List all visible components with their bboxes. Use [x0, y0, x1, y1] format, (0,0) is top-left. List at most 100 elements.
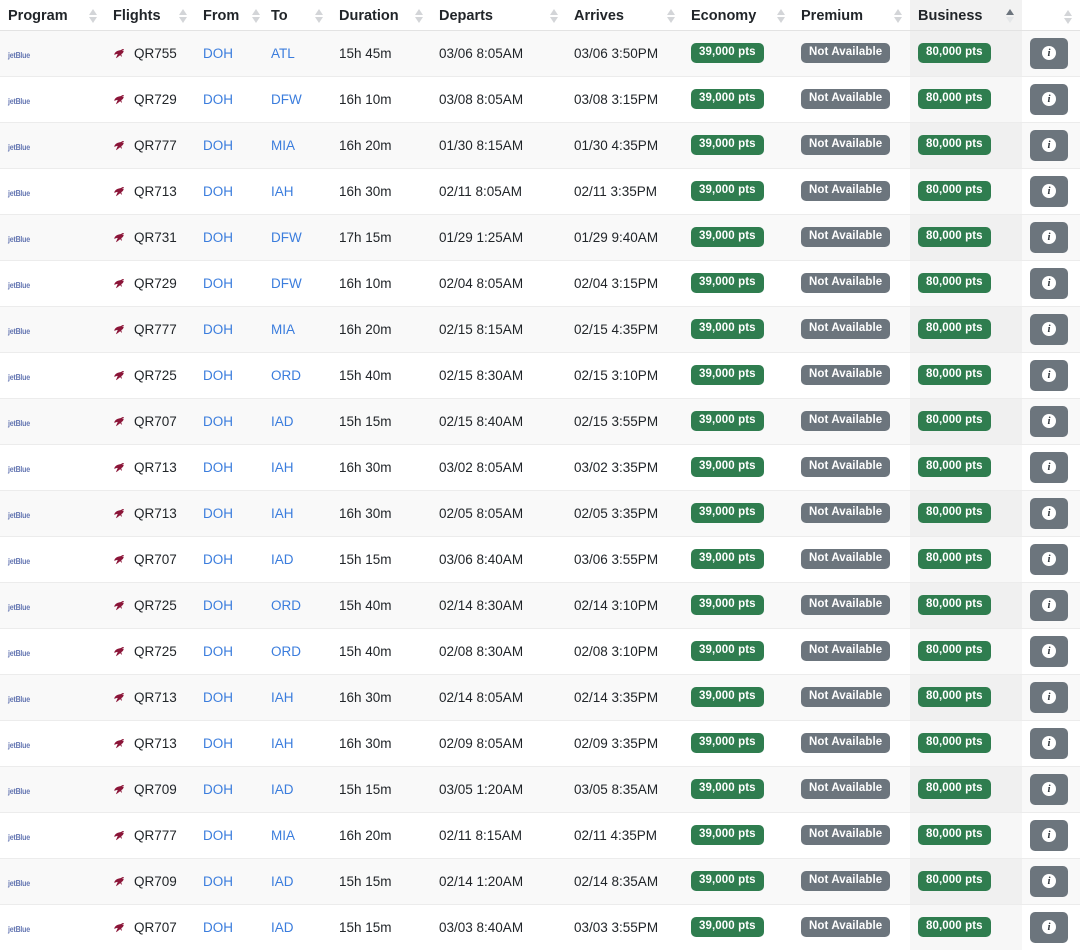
premium-fare-badge[interactable]: Not Available — [801, 824, 891, 846]
table-row[interactable]: jetBlue QR713 DOH IAH 16h 30m 02/09 8:05AM 02/… — [0, 720, 1080, 767]
origin-airport-link[interactable]: DOH — [203, 368, 233, 383]
table-row[interactable]: jetBlue QR713 DOH IAH 16h 30m 02/11 8:05AM 02/… — [0, 168, 1080, 215]
origin-airport-link[interactable]: DOH — [203, 874, 233, 889]
business-fare-badge[interactable]: 80,000 pts — [918, 778, 991, 800]
economy-fare-badge[interactable]: 39,000 pts — [691, 548, 764, 570]
economy-fare-badge[interactable]: 39,000 pts — [691, 870, 764, 892]
column-header-economy[interactable]: Economy — [683, 0, 793, 31]
business-fare-badge[interactable]: 80,000 pts — [918, 42, 991, 64]
premium-fare-badge[interactable]: Not Available — [801, 456, 891, 478]
premium-fare-badge[interactable]: Not Available — [801, 732, 891, 754]
business-fare-badge[interactable]: 80,000 pts — [918, 318, 991, 340]
sort-arrows-icon[interactable] — [1005, 9, 1014, 24]
table-row[interactable]: jetBlue QR729 DOH DFW 16h 10m 03/08 8:05AM 03/… — [0, 76, 1080, 123]
table-row[interactable]: jetBlue QR713 DOH IAH 16h 30m 02/05 8:05AM 02/… — [0, 490, 1080, 537]
table-row[interactable]: jetBlue QR725 DOH ORD 15h 40m 02/08 8:30AM 02/… — [0, 628, 1080, 675]
business-fare-badge[interactable]: 80,000 pts — [918, 88, 991, 110]
column-header-program[interactable]: Program — [0, 0, 105, 31]
sort-arrows-icon[interactable] — [414, 9, 423, 24]
flight-details-info-button[interactable]: i — [1030, 911, 1068, 943]
sort-arrows-icon[interactable] — [1063, 9, 1072, 24]
origin-airport-link[interactable]: DOH — [203, 920, 233, 935]
premium-fare-badge[interactable]: Not Available — [801, 594, 891, 616]
table-row[interactable]: jetBlue QR709 DOH IAD 15h 15m 02/14 1:20AM 02/… — [0, 858, 1080, 905]
economy-fare-badge[interactable]: 39,000 pts — [691, 226, 764, 248]
origin-airport-link[interactable]: DOH — [203, 690, 233, 705]
business-fare-badge[interactable]: 80,000 pts — [918, 180, 991, 202]
table-row[interactable]: jetBlue QR731 DOH DFW 17h 15m 01/29 1:25AM 01/… — [0, 214, 1080, 261]
flight-details-info-button[interactable]: i — [1030, 543, 1068, 575]
business-fare-badge[interactable]: 80,000 pts — [918, 870, 991, 892]
economy-fare-badge[interactable]: 39,000 pts — [691, 732, 764, 754]
economy-fare-badge[interactable]: 39,000 pts — [691, 594, 764, 616]
business-fare-badge[interactable]: 80,000 pts — [918, 364, 991, 386]
origin-airport-link[interactable]: DOH — [203, 276, 233, 291]
table-row[interactable]: jetBlue QR707 DOH IAD 15h 15m 02/15 8:40AM 02/… — [0, 398, 1080, 445]
column-header-from[interactable]: From — [195, 0, 263, 31]
economy-fare-badge[interactable]: 39,000 pts — [691, 134, 764, 156]
destination-airport-link[interactable]: ORD — [271, 598, 301, 613]
premium-fare-badge[interactable]: Not Available — [801, 88, 891, 110]
economy-fare-badge[interactable]: 39,000 pts — [691, 916, 764, 938]
destination-airport-link[interactable]: MIA — [271, 828, 295, 843]
premium-fare-badge[interactable]: Not Available — [801, 364, 891, 386]
flight-details-info-button[interactable]: i — [1030, 497, 1068, 529]
flight-details-info-button[interactable]: i — [1030, 727, 1068, 759]
destination-airport-link[interactable]: ORD — [271, 644, 301, 659]
origin-airport-link[interactable]: DOH — [203, 92, 233, 107]
origin-airport-link[interactable]: DOH — [203, 46, 233, 61]
table-row[interactable]: jetBlue QR777 DOH MIA 16h 20m 02/15 8:15AM 02/… — [0, 306, 1080, 353]
column-header-business[interactable]: Business — [910, 0, 1022, 31]
table-row[interactable]: jetBlue QR707 DOH IAD 15h 15m 03/06 8:40AM 03/… — [0, 536, 1080, 583]
sort-arrows-icon[interactable] — [549, 9, 558, 24]
origin-airport-link[interactable]: DOH — [203, 828, 233, 843]
destination-airport-link[interactable]: IAH — [271, 460, 294, 475]
flight-details-info-button[interactable]: i — [1030, 359, 1068, 391]
flight-details-info-button[interactable]: i — [1030, 865, 1068, 897]
table-row[interactable]: jetBlue QR725 DOH ORD 15h 40m 02/15 8:30AM 02/… — [0, 352, 1080, 399]
column-header-to[interactable]: To — [263, 0, 331, 31]
flight-details-info-button[interactable]: i — [1030, 37, 1068, 69]
flight-details-info-button[interactable]: i — [1030, 589, 1068, 621]
business-fare-badge[interactable]: 80,000 pts — [918, 272, 991, 294]
premium-fare-badge[interactable]: Not Available — [801, 686, 891, 708]
economy-fare-badge[interactable]: 39,000 pts — [691, 686, 764, 708]
sort-arrows-icon[interactable] — [178, 9, 187, 24]
table-row[interactable]: jetBlue QR713 DOH IAH 16h 30m 02/14 8:05AM 02/… — [0, 674, 1080, 721]
destination-airport-link[interactable]: DFW — [271, 92, 302, 107]
premium-fare-badge[interactable]: Not Available — [801, 548, 891, 570]
premium-fare-badge[interactable]: Not Available — [801, 640, 891, 662]
business-fare-badge[interactable]: 80,000 pts — [918, 824, 991, 846]
sort-arrows-icon[interactable] — [88, 9, 97, 24]
business-fare-badge[interactable]: 80,000 pts — [918, 502, 991, 524]
destination-airport-link[interactable]: MIA — [271, 322, 295, 337]
premium-fare-badge[interactable]: Not Available — [801, 410, 891, 432]
business-fare-badge[interactable]: 80,000 pts — [918, 226, 991, 248]
sort-arrows-icon[interactable] — [666, 9, 675, 24]
flight-details-info-button[interactable]: i — [1030, 773, 1068, 805]
flight-details-info-button[interactable]: i — [1030, 405, 1068, 437]
destination-airport-link[interactable]: ATL — [271, 46, 295, 61]
destination-airport-link[interactable]: IAD — [271, 874, 294, 889]
flight-details-info-button[interactable]: i — [1030, 175, 1068, 207]
business-fare-badge[interactable]: 80,000 pts — [918, 594, 991, 616]
business-fare-badge[interactable]: 80,000 pts — [918, 134, 991, 156]
table-row[interactable]: jetBlue QR709 DOH IAD 15h 15m 03/05 1:20AM 03/… — [0, 766, 1080, 813]
table-row[interactable]: jetBlue QR713 DOH IAH 16h 30m 03/02 8:05AM 03/… — [0, 444, 1080, 491]
business-fare-badge[interactable]: 80,000 pts — [918, 548, 991, 570]
column-header-arrives[interactable]: Arrives — [566, 0, 683, 31]
premium-fare-badge[interactable]: Not Available — [801, 226, 891, 248]
origin-airport-link[interactable]: DOH — [203, 460, 233, 475]
flight-details-info-button[interactable]: i — [1030, 129, 1068, 161]
origin-airport-link[interactable]: DOH — [203, 506, 233, 521]
origin-airport-link[interactable]: DOH — [203, 736, 233, 751]
economy-fare-badge[interactable]: 39,000 pts — [691, 456, 764, 478]
column-header-flights[interactable]: Flights — [105, 0, 195, 31]
economy-fare-badge[interactable]: 39,000 pts — [691, 318, 764, 340]
sort-arrows-icon[interactable] — [776, 9, 785, 24]
premium-fare-badge[interactable]: Not Available — [801, 502, 891, 524]
economy-fare-badge[interactable]: 39,000 pts — [691, 88, 764, 110]
premium-fare-badge[interactable]: Not Available — [801, 134, 891, 156]
business-fare-badge[interactable]: 80,000 pts — [918, 732, 991, 754]
table-row[interactable]: jetBlue QR755 DOH ATL 15h 45m 03/06 8:05AM 03/… — [0, 30, 1080, 77]
